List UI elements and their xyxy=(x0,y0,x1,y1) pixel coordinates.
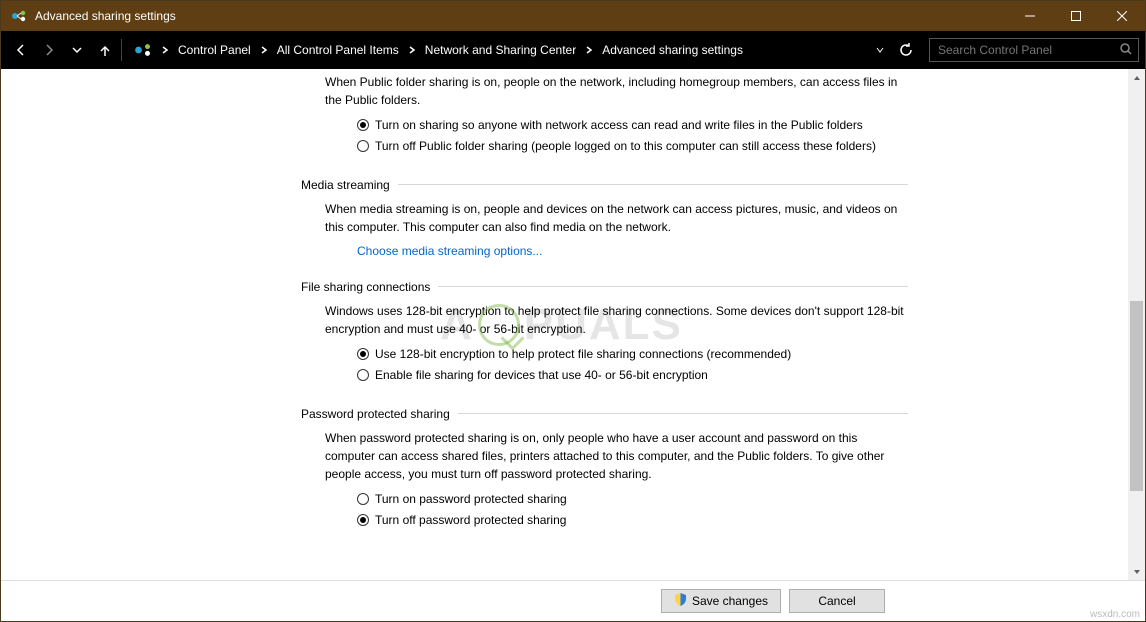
attribution: wsxdn.com xyxy=(1090,609,1140,620)
crumb-network-sharing-center[interactable]: Network and Sharing Center xyxy=(419,37,582,63)
radio-icon xyxy=(357,514,369,526)
address-dropdown-button[interactable] xyxy=(873,46,887,54)
section-header-file-sharing: File sharing connections xyxy=(301,280,438,294)
crumb-all-items[interactable]: All Control Panel Items xyxy=(271,37,405,63)
opt-label: Turn on sharing so anyone with network a… xyxy=(375,117,863,134)
opt-label: Turn on password protected sharing xyxy=(375,491,567,508)
crumb-control-panel[interactable]: Control Panel xyxy=(172,37,257,63)
password-sharing-desc: When password protected sharing is on, o… xyxy=(325,429,908,483)
public-folder-desc: When Public folder sharing is on, people… xyxy=(325,73,908,109)
opt-label: Use 128-bit encryption to help protect f… xyxy=(375,346,791,363)
recent-locations-button[interactable] xyxy=(63,36,91,64)
refresh-button[interactable] xyxy=(891,36,919,64)
opt-password-off[interactable]: Turn off password protected sharing xyxy=(357,512,908,529)
button-label: Save changes xyxy=(692,594,768,608)
crumb-advanced-sharing[interactable]: Advanced sharing settings xyxy=(596,37,749,63)
opt-40-56bit-encryption[interactable]: Enable file sharing for devices that use… xyxy=(357,367,908,384)
file-sharing-desc: Windows uses 128-bit encryption to help … xyxy=(325,302,908,338)
radio-icon xyxy=(357,369,369,381)
section-header-password-sharing: Password protected sharing xyxy=(301,407,458,421)
opt-128bit-encryption[interactable]: Use 128-bit encryption to help protect f… xyxy=(357,346,908,363)
window-title: Advanced sharing settings xyxy=(35,9,176,23)
opt-label: Turn off Public folder sharing (people l… xyxy=(375,138,876,155)
footer: Save changes Cancel xyxy=(1,580,1145,621)
radio-icon xyxy=(357,348,369,360)
close-button[interactable] xyxy=(1099,1,1145,31)
search-input[interactable] xyxy=(936,42,1120,58)
opt-public-folder-on[interactable]: Turn on sharing so anyone with network a… xyxy=(357,117,908,134)
vertical-scrollbar[interactable] xyxy=(1128,69,1145,580)
opt-public-folder-off[interactable]: Turn off Public folder sharing (people l… xyxy=(357,138,908,155)
scroll-thumb[interactable] xyxy=(1130,301,1143,492)
network-sharing-icon xyxy=(11,8,27,24)
radio-icon xyxy=(357,140,369,152)
uac-shield-icon xyxy=(674,593,687,609)
up-button[interactable] xyxy=(91,36,119,64)
opt-label: Enable file sharing for devices that use… xyxy=(375,367,708,384)
opt-password-on[interactable]: Turn on password protected sharing xyxy=(357,491,908,508)
navigation-bar: Control Panel All Control Panel Items Ne… xyxy=(1,31,1145,69)
back-button[interactable] xyxy=(7,36,35,64)
forward-button[interactable] xyxy=(35,36,63,64)
save-changes-button[interactable]: Save changes xyxy=(661,589,781,613)
radio-icon xyxy=(357,493,369,505)
search-box[interactable] xyxy=(929,38,1139,62)
scroll-up-button[interactable] xyxy=(1128,69,1145,86)
scroll-track[interactable] xyxy=(1128,86,1145,563)
radio-icon xyxy=(357,119,369,131)
breadcrumb: Control Panel All Control Panel Items Ne… xyxy=(158,31,873,69)
search-icon xyxy=(1120,43,1132,58)
media-streaming-desc: When media streaming is on, people and d… xyxy=(325,200,908,236)
section-header-media-streaming: Media streaming xyxy=(301,178,398,192)
minimize-button[interactable] xyxy=(1007,1,1053,31)
titlebar: Advanced sharing settings xyxy=(1,1,1145,31)
button-label: Cancel xyxy=(818,594,855,608)
opt-label: Turn off password protected sharing xyxy=(375,512,566,529)
link-choose-media-options[interactable]: Choose media streaming options... xyxy=(357,244,542,258)
cancel-button[interactable]: Cancel xyxy=(789,589,885,613)
content-area: Public folder sharing When Public folder… xyxy=(1,69,1128,580)
maximize-button[interactable] xyxy=(1053,1,1099,31)
scroll-down-button[interactable] xyxy=(1128,563,1145,580)
network-sharing-icon xyxy=(134,41,152,59)
advanced-sharing-window: Advanced sharing settings Control Panel … xyxy=(0,0,1146,622)
